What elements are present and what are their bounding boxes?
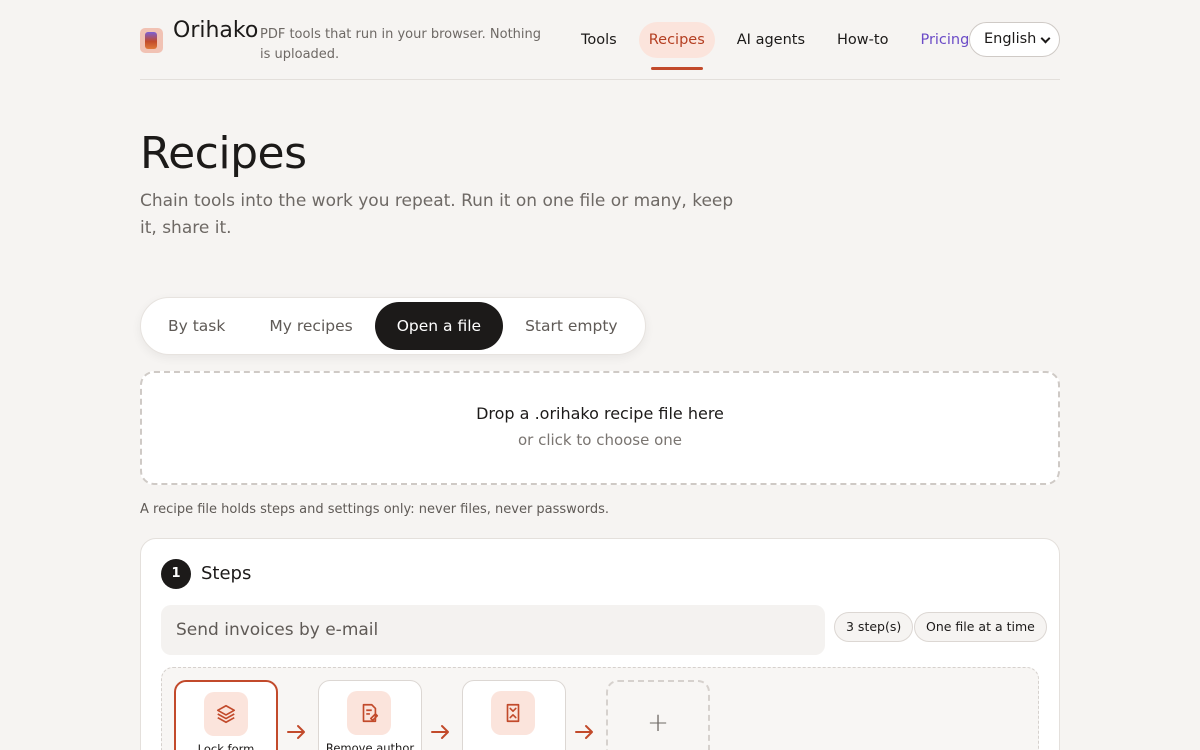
recipe-file-dropzone[interactable]: Drop a .orihako recipe file here or clic… xyxy=(140,371,1060,485)
recipe-source-tabs: By task My recipes Open a file Start emp… xyxy=(140,297,646,355)
recipe-file-note: A recipe file holds steps and settings o… xyxy=(140,502,610,517)
nav-tools[interactable]: Tools xyxy=(571,22,627,58)
orihako-logo-icon[interactable] xyxy=(140,28,163,53)
tab-open-a-file[interactable]: Open a file xyxy=(374,302,504,350)
layers-icon xyxy=(204,692,248,736)
arrow-right-icon xyxy=(287,725,305,739)
step-card-compress[interactable] xyxy=(462,680,566,750)
step-card-lock-form[interactable]: Lock form xyxy=(174,680,278,750)
language-value: English xyxy=(984,31,1037,47)
document-edit-icon xyxy=(347,691,391,735)
step-count-badge: 3 step(s) xyxy=(834,612,914,642)
add-step-button[interactable]: + xyxy=(606,680,710,750)
dropzone-subtitle: or click to choose one xyxy=(517,431,683,449)
chevron-down-icon xyxy=(1040,33,1051,44)
run-mode-toggle[interactable]: One file at a time xyxy=(914,612,1047,642)
step-number-badge: 1 xyxy=(161,559,191,589)
page-subtitle: Chain tools into the work you repeat. Ru… xyxy=(140,191,734,238)
arrow-right-icon xyxy=(431,725,449,739)
step-label: Lock form xyxy=(197,742,255,750)
tagline: PDF tools that run in your browser. Noth… xyxy=(260,27,542,62)
nav-recipes[interactable]: Recipes xyxy=(638,22,715,70)
step-card-remove-author[interactable]: Remove author xyxy=(318,680,422,750)
steps-card: 1 Steps 3 step(s) One file at a time Loc… xyxy=(140,538,1060,750)
main-nav: Tools Recipes AI agents How-to Pricing xyxy=(565,22,985,70)
steps-flow: Lock form Remove author + xyxy=(161,667,1039,750)
arrow-right-icon xyxy=(575,725,593,739)
tab-start-empty[interactable]: Start empty xyxy=(503,302,640,350)
tab-by-task[interactable]: By task xyxy=(146,302,247,350)
steps-title: Steps xyxy=(201,563,252,584)
brand-name[interactable]: Orihako xyxy=(173,18,258,43)
step-label: Remove author xyxy=(325,741,415,750)
hero: Recipes Chain tools into the work you re… xyxy=(140,128,1060,242)
page-title: Recipes xyxy=(140,128,307,179)
tab-my-recipes[interactable]: My recipes xyxy=(247,302,374,350)
nav-ai-agents[interactable]: AI agents xyxy=(727,22,815,58)
compress-icon xyxy=(491,691,535,735)
recipe-name-input[interactable] xyxy=(161,605,825,655)
site-header: Orihako PDF tools that run in your brows… xyxy=(140,0,1060,80)
nav-how-to[interactable]: How-to xyxy=(827,22,898,58)
dropzone-title: Drop a .orihako recipe file here xyxy=(476,404,724,423)
language-select[interactable]: English xyxy=(969,22,1060,57)
